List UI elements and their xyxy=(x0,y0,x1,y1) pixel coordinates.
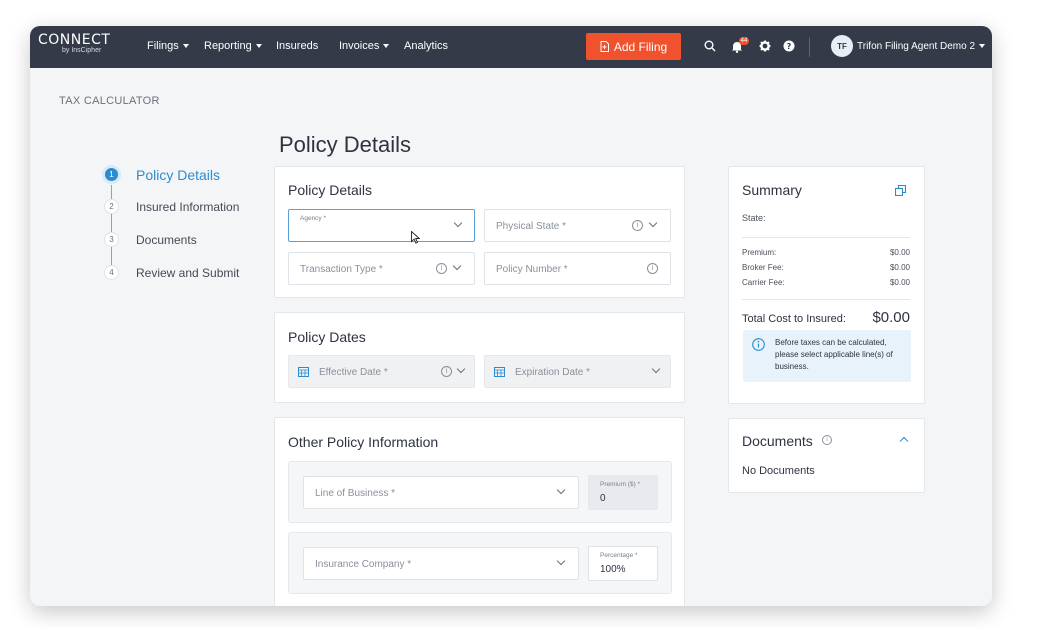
step-documents[interactable]: 3 Documents xyxy=(104,232,197,247)
page-title: Policy Details xyxy=(279,132,412,157)
nav-invoices[interactable]: Invoices xyxy=(339,40,390,52)
top-navbar: CONNECT by InsCipher Filings Reporting I… xyxy=(30,26,992,68)
expiration-date-picker[interactable]: Expiration Date * xyxy=(484,355,671,388)
step-policy-details[interactable]: 1 Policy Details xyxy=(102,165,220,184)
chevron-down-icon xyxy=(556,556,566,566)
section-title: Policy Dates xyxy=(288,329,366,345)
carrier-fee-label: Carrier Fee: xyxy=(742,278,785,287)
user-menu[interactable]: Trifon Filing Agent Demo 2 xyxy=(857,41,986,52)
avatar[interactable]: TF xyxy=(831,35,853,57)
svg-text:?: ? xyxy=(787,42,792,51)
tax-notice: Before taxes can be calculated, please s… xyxy=(743,330,911,382)
nav-filings[interactable]: Filings xyxy=(147,40,189,52)
other-policy-info-card: Other Policy Information Line of Busines… xyxy=(274,417,685,606)
calendar-icon xyxy=(298,367,309,377)
step-connector xyxy=(111,214,112,233)
notification-badge: 44 xyxy=(739,37,749,45)
policy-dates-card: Policy Dates Effective Date * i Expirati… xyxy=(274,312,685,403)
chevron-down-icon xyxy=(651,364,661,374)
step-insured-information[interactable]: 2 Insured Information xyxy=(104,199,239,214)
documents-empty-text: No Documents xyxy=(742,465,815,477)
help-icon[interactable]: ? xyxy=(783,40,795,52)
copy-icon[interactable] xyxy=(895,185,906,196)
info-icon: i xyxy=(632,220,643,231)
caret-down-icon xyxy=(383,44,390,48)
effective-date-picker[interactable]: Effective Date * i xyxy=(288,355,475,388)
nav-insureds[interactable]: Insureds xyxy=(276,40,318,52)
line-of-business-select[interactable]: Line of Business * xyxy=(303,476,579,509)
premium-value: $0.00 xyxy=(889,248,910,257)
section-title: Summary xyxy=(742,182,802,198)
section-title: Documents xyxy=(742,433,813,449)
mouse-cursor-icon xyxy=(411,231,420,244)
line-of-business-row: Line of Business * Premium ($) * 0 xyxy=(288,461,672,523)
step-review-and-submit[interactable]: 4 Review and Submit xyxy=(104,265,239,280)
step-connector xyxy=(111,185,112,200)
chevron-down-icon xyxy=(456,364,466,374)
chevron-down-icon xyxy=(648,218,658,228)
info-icon xyxy=(752,338,765,351)
documents-card: Documents i No Documents xyxy=(728,418,925,493)
brand-logo[interactable]: CONNECT by InsCipher xyxy=(38,32,110,54)
broker-fee-value: $0.00 xyxy=(889,263,910,272)
chevron-down-icon xyxy=(556,485,566,495)
chevron-down-icon xyxy=(453,218,463,228)
policy-number-input[interactable]: Policy Number * i xyxy=(484,252,671,285)
file-plus-icon xyxy=(600,41,609,52)
step-connector xyxy=(111,247,112,266)
caret-down-icon xyxy=(182,44,189,48)
search-icon[interactable] xyxy=(704,40,716,52)
nav-analytics[interactable]: Analytics xyxy=(404,40,448,52)
agency-select[interactable]: Agency * xyxy=(288,209,475,242)
carrier-fee-value: $0.00 xyxy=(889,278,910,287)
section-title: Policy Details xyxy=(288,182,373,198)
info-icon: i xyxy=(647,263,658,274)
premium-input[interactable]: Premium ($) * 0 xyxy=(588,475,658,510)
nav-reporting[interactable]: Reporting xyxy=(204,40,262,52)
add-filing-button[interactable]: Add Filing xyxy=(586,33,681,60)
header-divider xyxy=(809,37,810,57)
broker-fee-label: Broker Fee: xyxy=(742,263,784,272)
summary-state-label: State: xyxy=(742,213,766,223)
total-cost-value: $0.00 xyxy=(872,309,910,326)
section-title: Other Policy Information xyxy=(288,434,439,450)
divider xyxy=(742,237,910,238)
gear-icon[interactable] xyxy=(759,40,771,52)
chevron-up-icon[interactable] xyxy=(899,436,909,446)
chevron-down-icon xyxy=(452,261,462,271)
info-icon: i xyxy=(436,263,447,274)
summary-card: Summary State: Premium: $0.00 Broker Fee… xyxy=(728,166,925,404)
divider xyxy=(742,299,910,300)
percentage-input[interactable]: Percentage * 100% xyxy=(588,546,658,581)
insurance-company-select[interactable]: Insurance Company * xyxy=(303,547,579,580)
caret-down-icon xyxy=(255,44,262,48)
premium-label: Premium: xyxy=(742,248,777,257)
transaction-type-select[interactable]: Transaction Type * i xyxy=(288,252,475,285)
info-icon: i xyxy=(441,366,452,377)
breadcrumb: TAX CALCULATOR xyxy=(59,95,160,107)
info-icon: i xyxy=(822,435,832,445)
calendar-icon xyxy=(494,367,505,377)
insurance-company-row: Insurance Company * Percentage * 100% xyxy=(288,532,672,594)
physical-state-select[interactable]: Physical State * i xyxy=(484,209,671,242)
caret-down-icon xyxy=(979,44,986,48)
policy-details-card: Policy Details Agency * Physical State *… xyxy=(274,166,685,298)
total-cost-label: Total Cost to Insured: xyxy=(742,313,846,325)
app-window: CONNECT by InsCipher Filings Reporting I… xyxy=(30,26,992,606)
